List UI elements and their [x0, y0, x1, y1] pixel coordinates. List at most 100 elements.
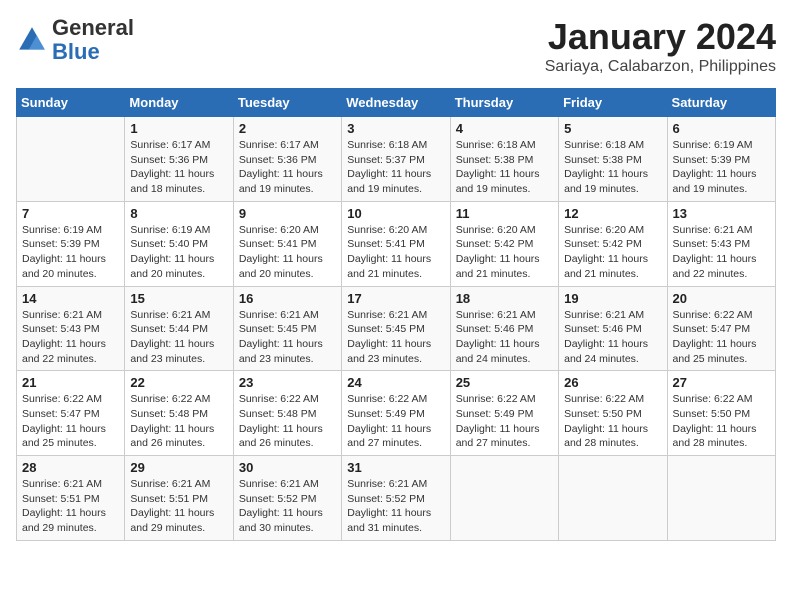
day-info: Sunrise: 6:22 AM Sunset: 5:47 PM Dayligh…: [673, 308, 770, 367]
day-info: Sunrise: 6:17 AM Sunset: 5:36 PM Dayligh…: [239, 138, 336, 197]
header-thursday: Thursday: [450, 89, 558, 117]
week-row-2: 7 Sunrise: 6:19 AM Sunset: 5:39 PM Daylig…: [17, 201, 776, 286]
logo: General Blue: [16, 16, 134, 64]
day-number: 18: [456, 291, 553, 306]
logo-general: General: [52, 15, 134, 40]
day-info: Sunrise: 6:22 AM Sunset: 5:50 PM Dayligh…: [564, 392, 661, 451]
day-info: Sunrise: 6:22 AM Sunset: 5:47 PM Dayligh…: [22, 392, 119, 451]
calendar-cell: 13 Sunrise: 6:21 AM Sunset: 5:43 PM Dayli…: [667, 201, 775, 286]
calendar-cell: 16 Sunrise: 6:21 AM Sunset: 5:45 PM Dayli…: [233, 286, 341, 371]
logo-text: General Blue: [52, 16, 134, 64]
day-info: Sunrise: 6:20 AM Sunset: 5:41 PM Dayligh…: [239, 223, 336, 282]
day-info: Sunrise: 6:18 AM Sunset: 5:37 PM Dayligh…: [347, 138, 444, 197]
day-number: 21: [22, 375, 119, 390]
day-number: 5: [564, 121, 661, 136]
header-tuesday: Tuesday: [233, 89, 341, 117]
header-friday: Friday: [559, 89, 667, 117]
header-wednesday: Wednesday: [342, 89, 450, 117]
calendar-cell: 31Sunrise: 6:21 AM Sunset: 5:52 PM Dayli…: [342, 456, 450, 541]
day-number: 15: [130, 291, 227, 306]
calendar-cell: 25 Sunrise: 6:22 AM Sunset: 5:49 PM Dayli…: [450, 371, 558, 456]
day-info: Sunrise: 6:20 AM Sunset: 5:42 PM Dayligh…: [456, 223, 553, 282]
day-number: 16: [239, 291, 336, 306]
calendar-table: SundayMondayTuesdayWednesdayThursdayFrid…: [16, 88, 776, 541]
day-number: 23: [239, 375, 336, 390]
day-number: 7: [22, 206, 119, 221]
logo-blue: Blue: [52, 39, 100, 64]
day-number: 9: [239, 206, 336, 221]
calendar-cell: 23 Sunrise: 6:22 AM Sunset: 5:48 PM Dayli…: [233, 371, 341, 456]
day-info: Sunrise: 6:21 AM Sunset: 5:46 PM Dayligh…: [456, 308, 553, 367]
day-info: Sunrise: 6:18 AM Sunset: 5:38 PM Dayligh…: [564, 138, 661, 197]
day-number: 19: [564, 291, 661, 306]
day-info: Sunrise: 6:19 AM Sunset: 5:39 PM Dayligh…: [673, 138, 770, 197]
calendar-cell: 7 Sunrise: 6:19 AM Sunset: 5:39 PM Daylig…: [17, 201, 125, 286]
day-info: Sunrise: 6:19 AM Sunset: 5:39 PM Dayligh…: [22, 223, 119, 282]
day-info: Sunrise: 6:22 AM Sunset: 5:49 PM Dayligh…: [347, 392, 444, 451]
day-info: Sunrise: 6:21 AM Sunset: 5:51 PM Dayligh…: [130, 477, 227, 536]
calendar-cell: 6Sunrise: 6:19 AM Sunset: 5:39 PM Daylig…: [667, 117, 775, 202]
calendar-cell: 26 Sunrise: 6:22 AM Sunset: 5:50 PM Dayli…: [559, 371, 667, 456]
header-saturday: Saturday: [667, 89, 775, 117]
location-subtitle: Sariaya, Calabarzon, Philippines: [545, 58, 776, 76]
day-info: Sunrise: 6:21 AM Sunset: 5:45 PM Dayligh…: [239, 308, 336, 367]
calendar-cell: 11 Sunrise: 6:20 AM Sunset: 5:42 PM Dayli…: [450, 201, 558, 286]
day-info: Sunrise: 6:19 AM Sunset: 5:40 PM Dayligh…: [130, 223, 227, 282]
day-number: 14: [22, 291, 119, 306]
header-row: SundayMondayTuesdayWednesdayThursdayFrid…: [17, 89, 776, 117]
calendar-cell: 3Sunrise: 6:18 AM Sunset: 5:37 PM Daylig…: [342, 117, 450, 202]
day-info: Sunrise: 6:22 AM Sunset: 5:50 PM Dayligh…: [673, 392, 770, 451]
title-block: January 2024 Sariaya, Calabarzon, Philip…: [545, 16, 776, 76]
calendar-cell: 30Sunrise: 6:21 AM Sunset: 5:52 PM Dayli…: [233, 456, 341, 541]
day-number: 26: [564, 375, 661, 390]
day-number: 24: [347, 375, 444, 390]
calendar-cell: [450, 456, 558, 541]
day-number: 25: [456, 375, 553, 390]
calendar-cell: 22Sunrise: 6:22 AM Sunset: 5:48 PM Dayli…: [125, 371, 233, 456]
calendar-cell: 27 Sunrise: 6:22 AM Sunset: 5:50 PM Dayli…: [667, 371, 775, 456]
day-info: Sunrise: 6:22 AM Sunset: 5:48 PM Dayligh…: [130, 392, 227, 451]
day-info: Sunrise: 6:21 AM Sunset: 5:52 PM Dayligh…: [347, 477, 444, 536]
day-number: 30: [239, 460, 336, 475]
calendar-cell: 8 Sunrise: 6:19 AM Sunset: 5:40 PM Daylig…: [125, 201, 233, 286]
day-info: Sunrise: 6:21 AM Sunset: 5:46 PM Dayligh…: [564, 308, 661, 367]
day-info: Sunrise: 6:22 AM Sunset: 5:49 PM Dayligh…: [456, 392, 553, 451]
calendar-cell: 19 Sunrise: 6:21 AM Sunset: 5:46 PM Dayli…: [559, 286, 667, 371]
calendar-cell: 28 Sunrise: 6:21 AM Sunset: 5:51 PM Dayli…: [17, 456, 125, 541]
day-number: 4: [456, 121, 553, 136]
day-number: 13: [673, 206, 770, 221]
calendar-body: 1 Sunrise: 6:17 AM Sunset: 5:36 PM Daylig…: [17, 117, 776, 541]
day-number: 27: [673, 375, 770, 390]
day-info: Sunrise: 6:22 AM Sunset: 5:48 PM Dayligh…: [239, 392, 336, 451]
day-number: 28: [22, 460, 119, 475]
page-header: General Blue January 2024 Sariaya, Calab…: [16, 16, 776, 76]
calendar-cell: [17, 117, 125, 202]
day-number: 11: [456, 206, 553, 221]
calendar-cell: 10Sunrise: 6:20 AM Sunset: 5:41 PM Dayli…: [342, 201, 450, 286]
calendar-cell: 9 Sunrise: 6:20 AM Sunset: 5:41 PM Daylig…: [233, 201, 341, 286]
day-number: 12: [564, 206, 661, 221]
day-info: Sunrise: 6:21 AM Sunset: 5:43 PM Dayligh…: [22, 308, 119, 367]
calendar-cell: 24 Sunrise: 6:22 AM Sunset: 5:49 PM Dayli…: [342, 371, 450, 456]
week-row-4: 21 Sunrise: 6:22 AM Sunset: 5:47 PM Dayli…: [17, 371, 776, 456]
day-number: 1: [130, 121, 227, 136]
calendar-cell: [559, 456, 667, 541]
day-info: Sunrise: 6:18 AM Sunset: 5:38 PM Dayligh…: [456, 138, 553, 197]
calendar-cell: 4 Sunrise: 6:18 AM Sunset: 5:38 PM Daylig…: [450, 117, 558, 202]
day-info: Sunrise: 6:20 AM Sunset: 5:42 PM Dayligh…: [564, 223, 661, 282]
calendar-cell: [667, 456, 775, 541]
calendar-cell: 21 Sunrise: 6:22 AM Sunset: 5:47 PM Dayli…: [17, 371, 125, 456]
calendar-cell: 14 Sunrise: 6:21 AM Sunset: 5:43 PM Dayli…: [17, 286, 125, 371]
day-number: 8: [130, 206, 227, 221]
day-info: Sunrise: 6:21 AM Sunset: 5:43 PM Dayligh…: [673, 223, 770, 282]
week-row-1: 1 Sunrise: 6:17 AM Sunset: 5:36 PM Daylig…: [17, 117, 776, 202]
header-sunday: Sunday: [17, 89, 125, 117]
day-number: 2: [239, 121, 336, 136]
day-number: 20: [673, 291, 770, 306]
month-title: January 2024: [545, 16, 776, 58]
week-row-3: 14 Sunrise: 6:21 AM Sunset: 5:43 PM Dayli…: [17, 286, 776, 371]
calendar-cell: 2 Sunrise: 6:17 AM Sunset: 5:36 PM Daylig…: [233, 117, 341, 202]
calendar-cell: 20 Sunrise: 6:22 AM Sunset: 5:47 PM Dayli…: [667, 286, 775, 371]
calendar-cell: 15Sunrise: 6:21 AM Sunset: 5:44 PM Dayli…: [125, 286, 233, 371]
day-info: Sunrise: 6:21 AM Sunset: 5:51 PM Dayligh…: [22, 477, 119, 536]
